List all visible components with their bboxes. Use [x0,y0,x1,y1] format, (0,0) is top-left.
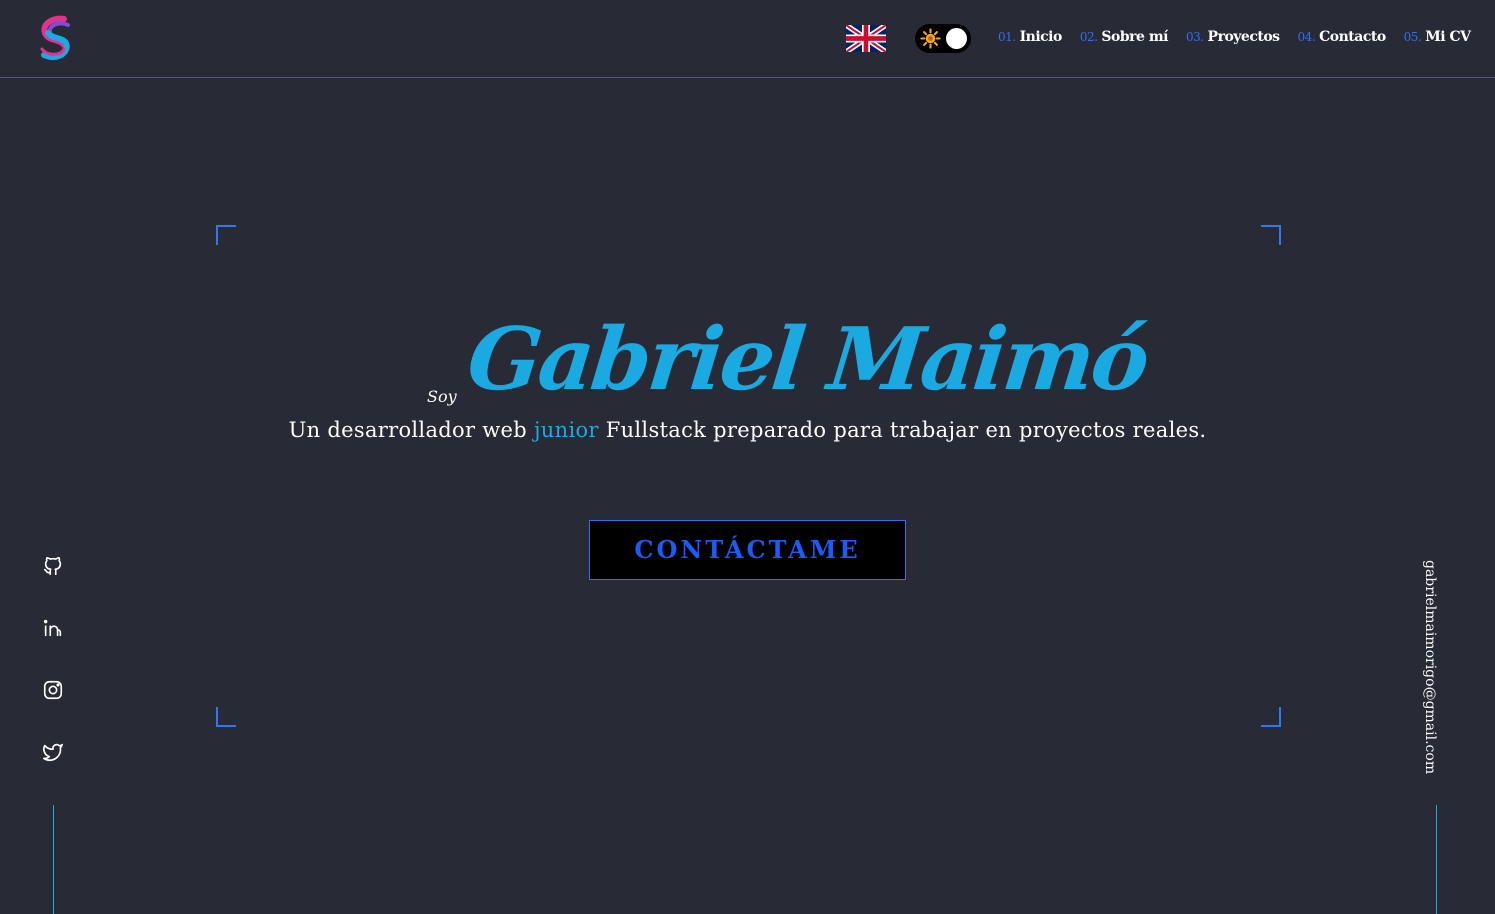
frame-corner-bottom-left [216,707,236,727]
frame-corner-top-left [216,225,236,245]
github-icon[interactable] [42,555,64,577]
toggle-knob [946,28,967,49]
theme-toggle[interactable] [915,24,971,53]
nav-item-sobre-mi[interactable]: 02. Sobre mí [1080,29,1169,45]
contact-button[interactable]: CONTÁCTAME [589,520,906,580]
uk-flag-icon[interactable] [844,22,888,55]
site-header: 01. Inicio 02. Sobre mí 03. Proyectos 04. Co… [0,0,1495,78]
twitter-icon[interactable] [42,741,64,763]
hero-tagline: Un desarrollador web junior Fullstack pr… [288,418,1207,442]
instagram-icon[interactable] [42,679,64,701]
nav-item-inicio[interactable]: 01. Inicio [998,29,1062,45]
frame-corner-bottom-right [1261,707,1281,727]
nav-item-proyectos[interactable]: 03. Proyectos [1186,29,1280,45]
hero-intro: Soy [427,387,457,406]
linkedin-icon[interactable] [42,617,64,639]
frame-corner-top-right [1261,225,1281,245]
hero-name: Gabriel Maimó [463,309,1152,410]
main-nav: 01. Inicio 02. Sobre mí 03. Proyectos 04. Co… [998,29,1471,45]
email-link[interactable]: gabrielmaimorigo@gmail.com [1422,560,1438,774]
logo-icon[interactable] [34,15,78,63]
nav-item-contacto[interactable]: 04. Contacto [1298,29,1387,45]
right-side-line [1436,805,1437,914]
nav-item-mi-cv[interactable]: 05. Mi CV [1404,29,1471,45]
sun-icon [920,28,941,49]
left-side-line [53,805,54,914]
